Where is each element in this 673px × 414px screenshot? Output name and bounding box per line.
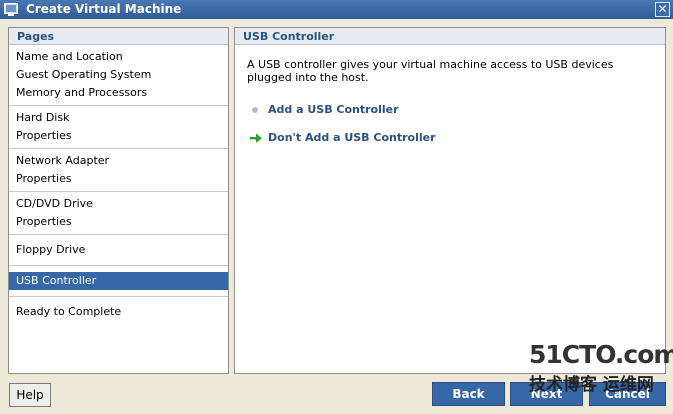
page-item-cd-dvd[interactable]: CD/DVD Drive — [9, 195, 228, 213]
page-item-network-adapter[interactable]: Network Adapter — [9, 152, 228, 170]
pages-header: Pages — [9, 28, 228, 45]
next-button[interactable]: Next — [510, 382, 583, 406]
page-group-floppy: Floppy Drive — [9, 235, 228, 266]
content-body: A USB controller gives your virtual mach… — [235, 45, 665, 146]
page-group-general: Name and Location Guest Operating System… — [9, 45, 228, 106]
page-group-usb: USB Controller — [9, 266, 228, 297]
page-item-memory-processors[interactable]: Memory and Processors — [9, 84, 228, 102]
page-item-network-properties[interactable]: Properties — [9, 170, 228, 188]
page-item-guest-os[interactable]: Guest Operating System — [9, 66, 228, 84]
usb-description: A USB controller gives your virtual mach… — [247, 58, 614, 84]
page-group-hard-disk: Hard Disk Properties — [9, 106, 228, 149]
pages-panel: Pages Name and Location Guest Operating … — [8, 27, 229, 374]
window-title: Create Virtual Machine — [26, 2, 182, 16]
title-bar: Create Virtual Machine ✕ — [0, 0, 673, 19]
close-button[interactable]: ✕ — [655, 2, 670, 17]
page-group-ready: Ready to Complete — [9, 297, 228, 327]
cancel-button[interactable]: Cancel — [589, 382, 666, 406]
back-button[interactable]: Back — [432, 382, 505, 406]
content-header: USB Controller — [235, 28, 665, 45]
page-item-hard-disk[interactable]: Hard Disk — [9, 109, 228, 127]
add-usb-controller-option[interactable]: Add a USB Controller — [247, 102, 652, 118]
page-item-cd-dvd-properties[interactable]: Properties — [9, 213, 228, 231]
page-item-floppy-drive[interactable]: Floppy Drive — [9, 241, 228, 259]
page-group-network: Network Adapter Properties — [9, 149, 228, 192]
add-usb-controller-label: Add a USB Controller — [268, 103, 399, 116]
page-item-name-location[interactable]: Name and Location — [9, 48, 228, 66]
page-item-ready-to-complete[interactable]: Ready to Complete — [9, 303, 228, 321]
dont-add-usb-controller-option[interactable]: Don't Add a USB Controller — [247, 130, 652, 146]
bullet-icon — [252, 107, 258, 113]
pages-list: Name and Location Guest Operating System… — [9, 45, 228, 327]
vm-app-icon — [4, 3, 18, 16]
green-arrow-icon — [250, 133, 262, 143]
dont-add-usb-controller-label: Don't Add a USB Controller — [268, 131, 436, 144]
content-panel: USB Controller A USB controller gives yo… — [234, 27, 666, 374]
page-item-usb-controller[interactable]: USB Controller — [9, 272, 228, 290]
help-button[interactable]: Help — [9, 383, 51, 407]
page-item-hard-disk-properties[interactable]: Properties — [9, 127, 228, 145]
page-group-cd-dvd: CD/DVD Drive Properties — [9, 192, 228, 235]
create-vm-window: Create Virtual Machine ✕ Pages Name and … — [0, 0, 673, 414]
